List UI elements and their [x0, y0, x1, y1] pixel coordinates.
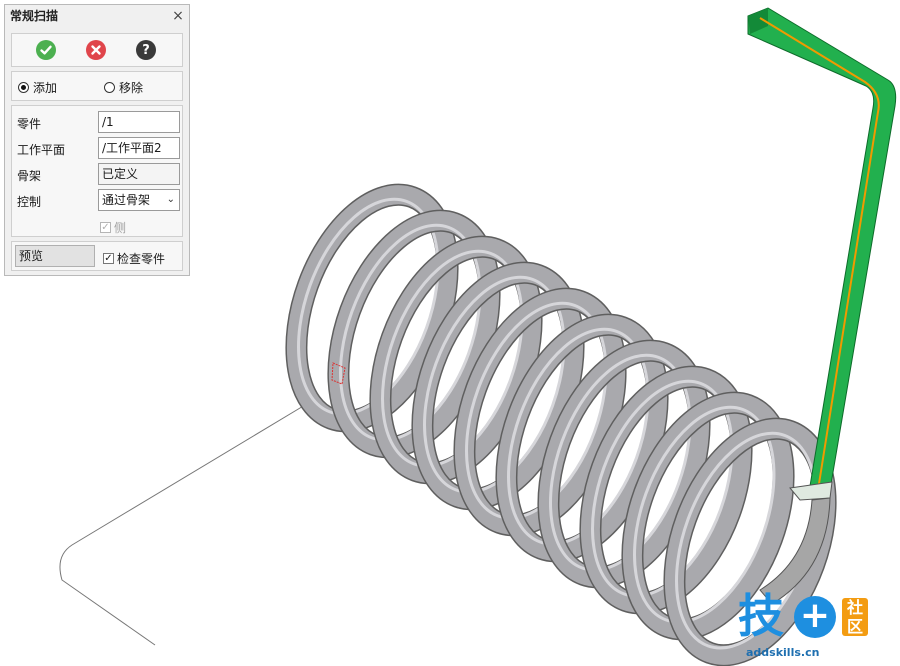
sketch-path-line — [59, 404, 306, 646]
workplane-row: 工作平面 /工作平面2 — [12, 136, 184, 160]
watermark-url: addskills.cn — [746, 646, 820, 659]
chevron-down-icon: ⌄ — [166, 194, 175, 205]
remove-radio-dot — [104, 82, 115, 93]
workplane-label: 工作平面 — [17, 143, 66, 157]
watermark-glyph: 技 — [738, 589, 784, 643]
check-parts-checkbox[interactable]: ✓ — [103, 253, 114, 264]
part-label: 零件 — [17, 117, 42, 131]
skeleton-row: 骨架 已定义 — [12, 162, 184, 186]
part-field[interactable]: /1 — [98, 111, 180, 133]
skeleton-label: 骨架 — [17, 169, 42, 183]
ok-button[interactable] — [36, 40, 56, 60]
control-row: 控制 通过骨架 ⌄ — [12, 188, 184, 212]
add-radio-label: 添加 — [33, 81, 58, 95]
add-radio-dot — [18, 82, 29, 93]
side-checkbox: ✓ — [100, 222, 111, 233]
control-select-value: 通过骨架 — [102, 193, 151, 207]
preview-button[interactable]: 预览 — [15, 245, 95, 267]
side-checkbox-row: ✓ 侧 — [100, 219, 126, 236]
side-label: 侧 — [114, 221, 127, 235]
general-sweep-dialog: 常规扫描 × ? 添加 移除 零件 /1 工作平面 /工作平面2 骨架 已定义 … — [4, 4, 190, 276]
close-icon[interactable]: × — [171, 5, 185, 27]
mode-selector: 添加 移除 — [11, 71, 183, 101]
sweep-start-section — [789, 481, 833, 501]
remove-radio[interactable]: 移除 — [104, 79, 143, 96]
part-row: 零件 /1 — [12, 110, 184, 134]
action-bar: ? — [11, 33, 183, 67]
cancel-button[interactable] — [86, 40, 106, 60]
dialog-title-text: 常规扫描 — [10, 9, 59, 23]
control-label: 控制 — [17, 195, 42, 209]
watermark-badge-top: 社 — [846, 598, 863, 617]
check-parts-label: 检查零件 — [117, 252, 166, 266]
skeleton-field[interactable]: 已定义 — [98, 163, 180, 185]
remove-radio-label: 移除 — [119, 81, 144, 95]
watermark-badge-bottom: 区 — [846, 617, 863, 636]
help-button[interactable]: ? — [136, 40, 156, 60]
add-radio[interactable]: 添加 — [18, 79, 57, 96]
watermark-badge: 社 区 — [842, 598, 868, 636]
check-circle-icon — [40, 45, 52, 55]
question-circle-icon: ? — [142, 42, 150, 58]
control-select[interactable]: 通过骨架 ⌄ — [98, 189, 180, 211]
parameters-section: 零件 /1 工作平面 /工作平面2 骨架 已定义 控制 通过骨架 ⌄ ✓ 侧 — [11, 105, 183, 237]
site-watermark: 技 + 社 区 addskills.cn — [732, 590, 900, 666]
workplane-field[interactable]: /工作平面2 — [98, 137, 180, 159]
x-circle-icon — [91, 45, 101, 55]
dialog-title: 常规扫描 × — [5, 5, 189, 27]
check-parts-row[interactable]: ✓ 检查零件 — [103, 250, 165, 267]
preview-section: 预览 ✓ 检查零件 — [11, 241, 183, 271]
plus-icon: + — [794, 596, 836, 638]
